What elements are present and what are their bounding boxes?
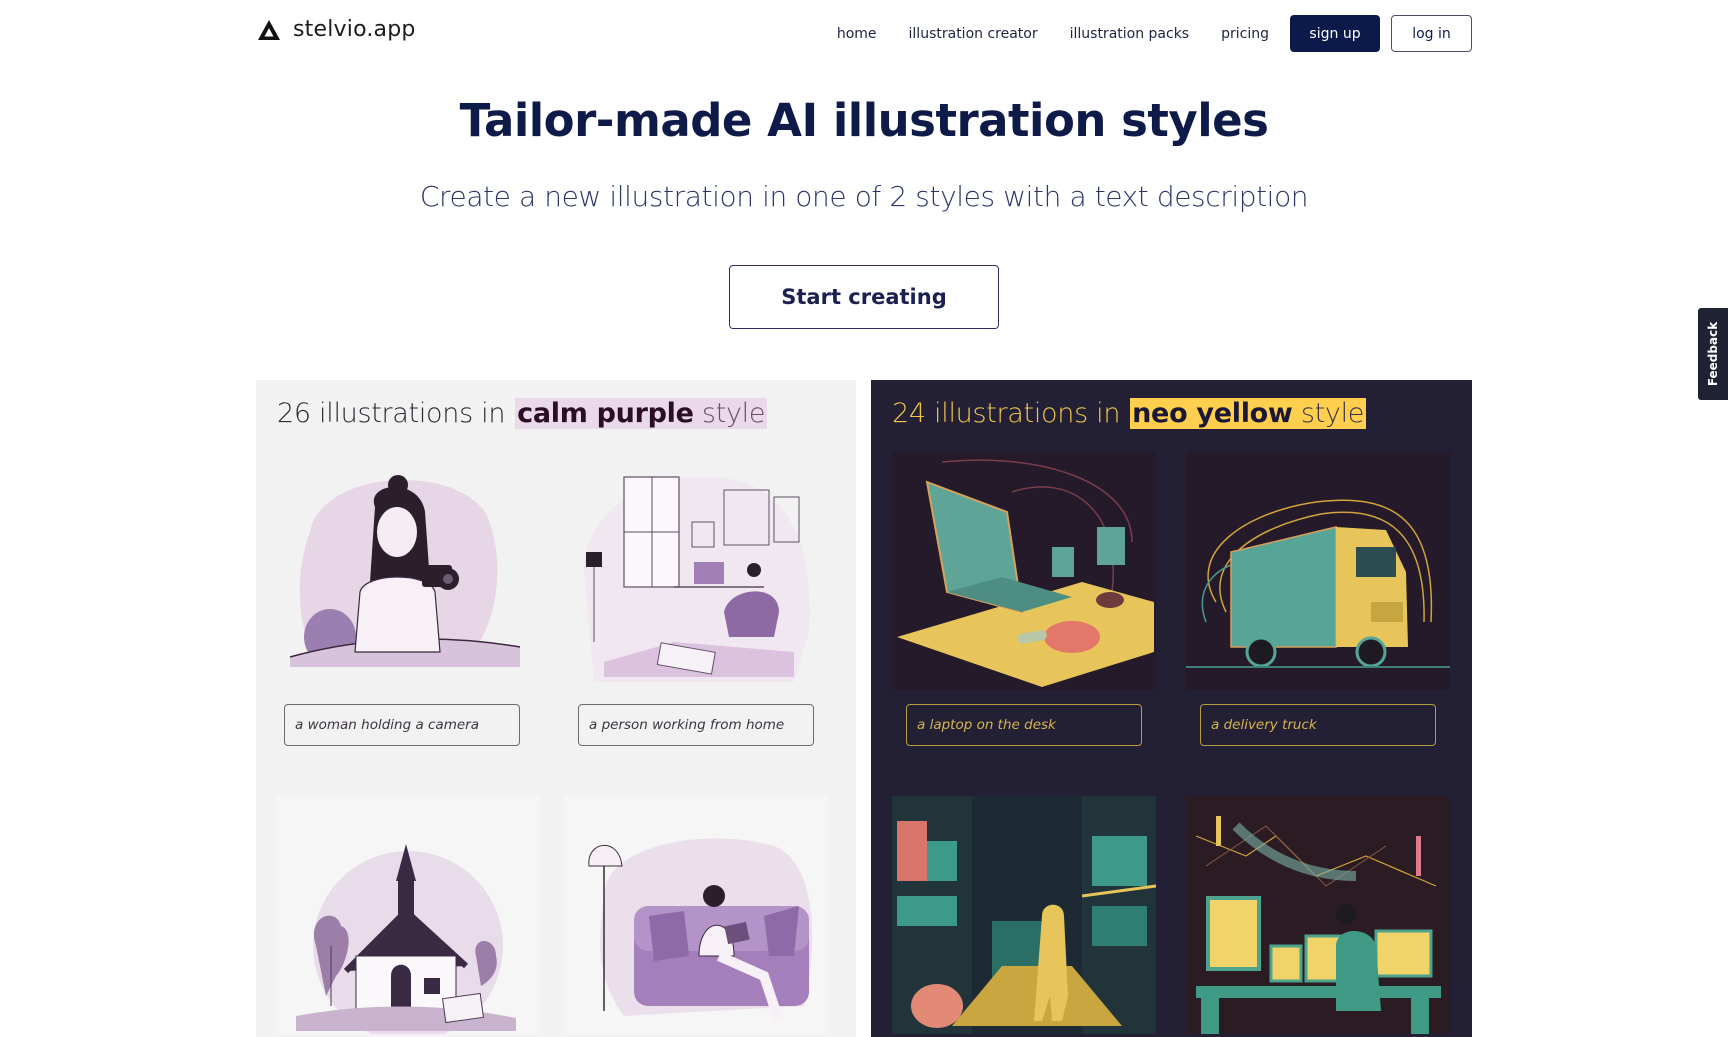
woman-with-camera-illustration <box>270 452 534 690</box>
nav-illustration-creator[interactable]: illustration creator <box>909 26 1038 42</box>
style-name: neo yellow <box>1132 398 1293 429</box>
prompt-caption[interactable]: a delivery truck <box>1200 704 1436 746</box>
hero-title: Tailor-made AI illustration styles <box>459 94 1269 147</box>
woman-reading-on-sofa-illustration <box>564 796 828 1034</box>
style-name-highlight[interactable]: neo yellow style <box>1130 398 1367 429</box>
prompt-caption[interactable]: a person working from home <box>578 704 814 746</box>
start-creating-button[interactable]: Start creating <box>729 265 999 329</box>
feedback-label: Feedback <box>1706 321 1721 387</box>
panel-heading: 26 illustrations in calm purple style <box>277 398 768 429</box>
panel-heading: 24 illustrations in neo yellow style <box>892 398 1367 429</box>
logo-link[interactable]: stelvio.app <box>257 17 416 42</box>
main-nav: home illustration creator illustration p… <box>837 15 1472 52</box>
top-navigation-bar: stelvio.app home illustration creator il… <box>0 0 1728 66</box>
feedback-tab[interactable]: Feedback <box>1698 308 1728 400</box>
triangle-logo-icon <box>258 19 280 40</box>
style-name-highlight[interactable]: calm purple style <box>515 398 768 429</box>
style-word: style <box>1300 398 1365 429</box>
style-name: calm purple <box>517 398 694 429</box>
laptop-on-desk-illustration <box>892 452 1156 690</box>
log-in-button[interactable]: log in <box>1391 15 1472 52</box>
neo-yellow-style-panel: 24 illustrations in neo yellow style a la… <box>871 380 1472 1037</box>
nav-illustration-packs[interactable]: illustration packs <box>1070 26 1190 42</box>
home-office-illustration <box>564 452 828 690</box>
prompt-caption[interactable]: a woman holding a camera <box>284 704 520 746</box>
sign-up-button[interactable]: sign up <box>1290 15 1380 52</box>
nav-pricing[interactable]: pricing <box>1221 26 1269 42</box>
trader-at-monitors-illustration <box>1186 796 1450 1034</box>
man-in-warehouse-illustration <box>892 796 1156 1034</box>
chapel-illustration <box>276 796 540 1034</box>
nav-home[interactable]: home <box>837 26 877 42</box>
illustration-count: 26 illustrations in <box>277 398 506 429</box>
prompt-caption[interactable]: a laptop on the desk <box>906 704 1142 746</box>
hero-subtitle: Create a new illustration in one of 2 st… <box>419 180 1309 213</box>
calm-purple-style-panel: 26 illustrations in calm purple style a w… <box>256 380 856 1037</box>
illustration-count: 24 illustrations in <box>892 398 1121 429</box>
style-word: style <box>701 398 766 429</box>
logo-text: stelvio.app <box>293 17 416 42</box>
delivery-truck-illustration <box>1186 452 1450 690</box>
